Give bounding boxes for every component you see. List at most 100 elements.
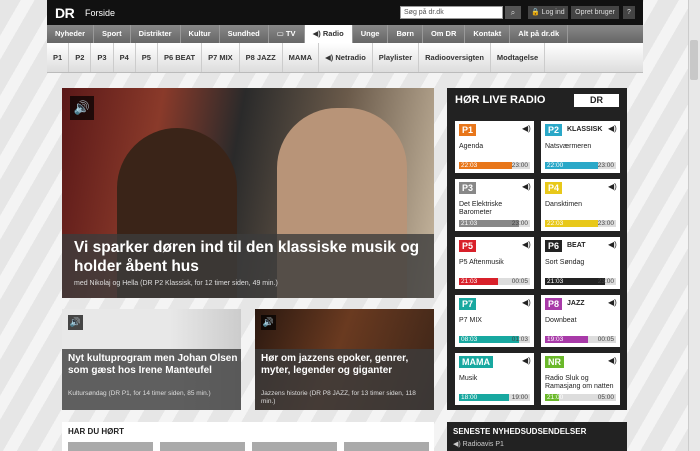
subnav-p7-mix[interactable]: P7 MIX: [202, 43, 240, 72]
channel-card[interactable]: P2 KLASSISK ◀) Natsværmeren 22:00 23:00: [541, 121, 620, 173]
subnav-p8-jazz[interactable]: P8 JAZZ: [240, 43, 283, 72]
subnav-modtagelse[interactable]: Modtagelse: [491, 43, 546, 72]
thumbnail[interactable]: [252, 442, 337, 451]
speaker-icon[interactable]: 🔊: [70, 96, 94, 120]
subnav-p6-beat[interactable]: P6 BEAT: [158, 43, 203, 72]
tile-meta: Jazzens historie (DR P8 JAZZ, for 13 tim…: [261, 390, 416, 405]
nav-kultur[interactable]: Kultur: [181, 25, 220, 43]
hero-title[interactable]: Vi sparker døren ind til den klassiske m…: [74, 238, 424, 276]
speaker-icon[interactable]: ◀): [608, 356, 617, 365]
channel-show[interactable]: Sort Søndag: [545, 259, 620, 267]
channel-card[interactable]: MAMA ◀) Musik 18:00 19:00: [455, 353, 534, 405]
channel-show[interactable]: Downbeat: [545, 317, 620, 325]
nav-nyheder[interactable]: Nyheder: [47, 25, 95, 43]
thumbnail[interactable]: [68, 442, 153, 451]
subnav-p4[interactable]: P4: [114, 43, 136, 72]
thumbnail[interactable]: [160, 442, 245, 451]
subnav-p5[interactable]: P5: [136, 43, 158, 72]
speaker-icon[interactable]: 🔊: [68, 315, 83, 330]
search-input[interactable]: Søg på dr.dk: [400, 6, 503, 19]
speaker-icon[interactable]: 🔊: [261, 315, 276, 330]
channel-card[interactable]: P6 BEAT ◀) Sort Søndag 21:03 23:00: [541, 237, 620, 289]
dr-logo: DR: [574, 94, 619, 107]
nav-om-dr[interactable]: Om DR: [423, 25, 466, 43]
progress-bar: 18:00 19:00: [459, 394, 530, 401]
channel-badge: P5: [459, 240, 477, 252]
channel-badge: P7: [459, 298, 477, 310]
start-time: 08:03: [461, 336, 478, 343]
channel-card[interactable]: P1 ◀) Agenda 22:03 23:00: [455, 121, 534, 173]
subnav-netradio[interactable]: ◀) Netradio: [319, 43, 373, 72]
nav-unge[interactable]: Unge: [353, 25, 389, 43]
tile-meta: Kultursøndag (DR P1, for 14 timer siden,…: [68, 390, 211, 397]
login-button[interactable]: 🔒 Log ind: [528, 6, 568, 19]
channel-badge-extra: BEAT: [567, 242, 586, 249]
news-item[interactable]: ◀) Radioavis P1: [453, 440, 504, 448]
nav-alt[interactable]: Alt på dr.dk: [510, 25, 569, 43]
login-label: Log ind: [541, 9, 565, 16]
subnav-playlister[interactable]: Playlister: [373, 43, 420, 72]
start-time: 22:03: [461, 162, 478, 169]
help-button[interactable]: ?: [623, 6, 635, 19]
start-time: 22:03: [547, 220, 564, 227]
subnav-mama[interactable]: MAMA: [283, 43, 319, 72]
search-button[interactable]: ⌕: [505, 6, 521, 19]
live-radio-title: HØR LIVE RADIO: [455, 94, 546, 106]
subnav-radiooversigten[interactable]: Radiooversigten: [419, 43, 491, 72]
channel-show[interactable]: Musik: [459, 375, 534, 383]
feature-tile[interactable]: 🔊 Nyt kultuprogram men Johan Olsen som g…: [62, 309, 241, 410]
speaker-icon[interactable]: ◀): [522, 298, 531, 307]
logo-subtitle[interactable]: Forside: [85, 8, 115, 18]
nav-born[interactable]: Børn: [388, 25, 423, 43]
speaker-icon[interactable]: ◀): [608, 298, 617, 307]
news-item-label: Radioavis P1: [462, 441, 504, 448]
dr-logo[interactable]: DR: [55, 5, 75, 21]
scrollbar-thumb[interactable]: [690, 40, 698, 80]
speaker-icon[interactable]: ◀): [522, 240, 531, 249]
start-time: 21:00: [547, 394, 564, 401]
channel-badge: P1: [459, 124, 477, 136]
channel-card[interactable]: P5 ◀) P5 Aftenmusik 21:03 00:05: [455, 237, 534, 289]
subnav-p2[interactable]: P2: [69, 43, 92, 72]
speaker-icon[interactable]: ◀): [608, 240, 617, 249]
tile-title[interactable]: Nyt kultuprogram men Johan Olsen som gæs…: [68, 353, 238, 377]
progress-bar: 21:03 00:05: [459, 278, 530, 285]
channel-card[interactable]: P3 ◀) Det Elektriske Barometer 21:03 23:00: [455, 179, 534, 231]
start-time: 21:03: [461, 220, 478, 227]
end-time: 19:00: [511, 394, 528, 401]
nav-tv[interactable]: ▭ TV: [269, 25, 305, 43]
subnav-p1[interactable]: P1: [47, 43, 70, 72]
subnav-p3[interactable]: P3: [91, 43, 114, 72]
progress-bar: 21:00 05:00: [545, 394, 616, 401]
register-button[interactable]: Opret bruger: [571, 6, 619, 19]
speaker-icon[interactable]: ◀): [608, 182, 617, 191]
channel-show[interactable]: Natsværmeren: [545, 143, 620, 151]
nav-radio[interactable]: ◀) Radio: [304, 25, 353, 43]
feature-tile[interactable]: 🔊 Hør om jazzens epoker, genrer, myter, …: [255, 309, 434, 410]
channel-badge: P4: [545, 182, 563, 194]
nav-distrikter[interactable]: Distrikter: [131, 25, 181, 43]
channel-badge: P8: [545, 298, 563, 310]
nav-kontakt[interactable]: Kontakt: [465, 25, 511, 43]
channel-show[interactable]: P7 MIX: [459, 317, 534, 325]
thumbnail[interactable]: [344, 442, 429, 451]
speaker-icon[interactable]: ◀): [608, 124, 617, 133]
speaker-icon[interactable]: ◀): [522, 124, 531, 133]
tile-title[interactable]: Hør om jazzens epoker, genrer, myter, le…: [261, 353, 431, 377]
channel-card[interactable]: P8 JAZZ ◀) Downbeat 19:03 00:05: [541, 295, 620, 347]
channel-card[interactable]: P7 ◀) P7 MIX 08:03 01:03: [455, 295, 534, 347]
nav-sundhed[interactable]: Sundhed: [220, 25, 269, 43]
hero-feature[interactable]: 🔊 Vi sparker døren ind til den klassiske…: [62, 88, 434, 298]
channel-show[interactable]: Dansktimen: [545, 201, 620, 209]
start-time: 21:03: [461, 278, 478, 285]
radio-subnavigation: P1 P2 P3 P4 P5 P6 BEAT P7 MIX P8 JAZZ MA…: [47, 43, 643, 73]
channel-card[interactable]: NR ◀) Radio Sluk og Ramasjang om natten 21:…: [541, 353, 620, 405]
speaker-icon[interactable]: ◀): [522, 356, 531, 365]
channel-show[interactable]: Agenda: [459, 143, 534, 151]
channel-show[interactable]: P5 Aftenmusik: [459, 259, 534, 267]
channel-show[interactable]: Radio Sluk og Ramasjang om natten: [545, 375, 620, 391]
channel-card[interactable]: P4 ◀) Dansktimen 22:03 23:00: [541, 179, 620, 231]
channel-show[interactable]: Det Elektriske Barometer: [459, 201, 534, 217]
nav-sport[interactable]: Sport: [94, 25, 131, 43]
speaker-icon[interactable]: ◀): [522, 182, 531, 191]
